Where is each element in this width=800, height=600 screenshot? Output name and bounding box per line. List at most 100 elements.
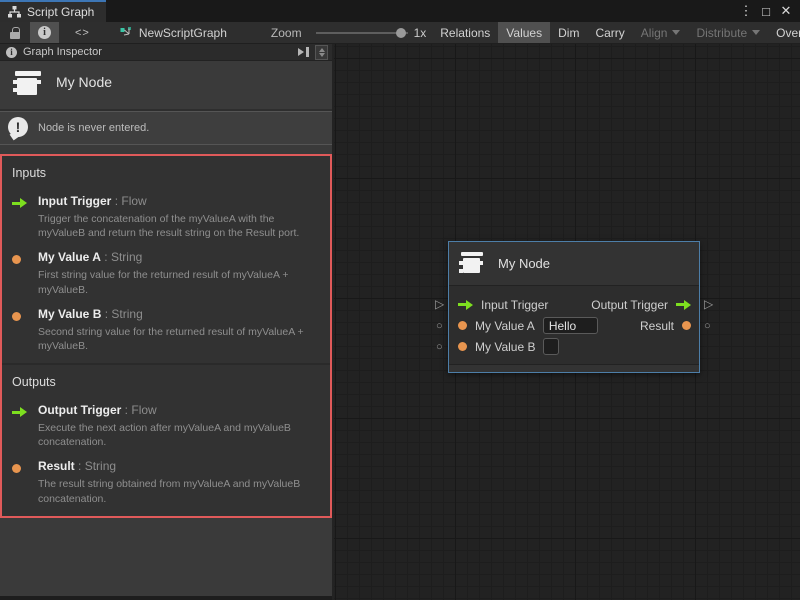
dock-panel-icon[interactable] [297, 46, 311, 58]
graph-breadcrumb[interactable]: NewScriptGraph [106, 22, 237, 43]
carry-button[interactable]: Carry [587, 22, 632, 43]
external-value-port-right[interactable]: ○ [704, 320, 711, 332]
align-dropdown[interactable]: Align [633, 22, 689, 43]
arrow-down-icon[interactable] [319, 53, 325, 57]
edit-script-button[interactable]: <> [59, 22, 106, 43]
flow-port-icon[interactable] [458, 300, 473, 310]
my-value-b-port[interactable]: My Value B [458, 338, 559, 355]
result-port[interactable]: Result [640, 319, 691, 333]
my-value-b-input[interactable] [543, 338, 559, 355]
port-label: Output Trigger [591, 298, 668, 312]
chevron-down-icon [752, 30, 760, 35]
external-flow-port-right[interactable]: ▷ [704, 298, 713, 310]
flow-port-icon [12, 407, 27, 417]
node-body: Input Trigger Output Trigger My Value A [449, 286, 699, 364]
port-name: My Value B [38, 307, 101, 321]
port-description: The result string obtained from myValueA… [38, 477, 318, 505]
icon-col [12, 248, 38, 296]
port-doc-input-trigger: Input Trigger : Flow Trigger the concate… [2, 186, 330, 242]
node-footer [449, 364, 699, 372]
dim-button[interactable]: Dim [550, 22, 587, 43]
inputs-title: Inputs [2, 162, 330, 186]
port-description: Second string value for the returned res… [38, 325, 318, 353]
inspector-toggle-button[interactable]: i [30, 22, 59, 43]
unit-node-icon [12, 71, 42, 97]
script-graph-asset-icon [120, 27, 133, 39]
inspector-bottom-strip [0, 596, 332, 600]
value-port-icon[interactable] [458, 342, 467, 351]
icon-col [12, 305, 38, 353]
port-name: Output Trigger [38, 403, 121, 417]
maximize-icon[interactable]: □ [758, 4, 774, 19]
port-type-separator: : [115, 194, 118, 208]
port-type-separator: : [104, 250, 107, 264]
value-port-icon [12, 312, 21, 321]
arrow-up-icon[interactable] [319, 48, 325, 52]
zoom-slider-track[interactable] [316, 32, 408, 34]
node-port-row: My Value B [449, 336, 699, 357]
port-type-separator: : [78, 459, 81, 473]
inspector-empty-area [0, 518, 332, 596]
external-flow-port-left[interactable]: ▷ [435, 298, 444, 310]
port-text: Input Trigger : Flow Trigger the concate… [38, 192, 318, 240]
overview-button[interactable]: Overview [768, 22, 800, 43]
graph-canvas[interactable]: My Node Input Trigger Output Trigger [334, 44, 800, 600]
port-text: Result : String The result string obtain… [38, 457, 318, 505]
icon-col [12, 457, 38, 505]
window-controls: ⋮ □ ✕ [738, 0, 800, 22]
port-doc-my-value-b: My Value B : String Second string value … [2, 299, 330, 355]
zoom-value: 1x [414, 22, 433, 43]
port-description: First string value for the returned resu… [38, 268, 318, 296]
code-icon: <> [75, 27, 90, 39]
tab-script-graph[interactable]: Script Graph [0, 0, 106, 22]
value-port-icon[interactable] [458, 321, 467, 330]
port-type: String [85, 459, 116, 473]
port-label: My Value A [475, 319, 535, 333]
external-value-port-left-2[interactable]: ○ [436, 341, 443, 353]
menu-icon[interactable]: ⋮ [738, 3, 754, 19]
port-type: String [111, 250, 142, 264]
port-doc-my-value-a: My Value A : String First string value f… [2, 242, 330, 298]
port-type-separator: : [125, 403, 128, 417]
lock-button[interactable] [0, 22, 30, 43]
align-label: Align [641, 26, 668, 40]
lock-icon [10, 27, 20, 39]
flow-port-icon[interactable] [676, 300, 691, 310]
close-icon[interactable]: ✕ [778, 3, 794, 19]
port-name: Input Trigger [38, 194, 111, 208]
warning-bubble-icon: ! [8, 117, 30, 139]
warning-text: Node is never entered. [38, 122, 149, 134]
my-value-a-input[interactable] [543, 317, 598, 334]
node-warning: ! Node is never entered. [0, 111, 332, 145]
zoom-slider[interactable] [316, 22, 408, 43]
port-type: Flow [121, 194, 146, 208]
zoom-slider-handle[interactable] [396, 28, 406, 38]
external-value-port-left-1[interactable]: ○ [436, 320, 443, 332]
graph-name: NewScriptGraph [139, 26, 227, 40]
value-port-icon[interactable] [682, 321, 691, 330]
values-button[interactable]: Values [498, 22, 550, 43]
panel-scroll-spinner[interactable] [315, 45, 328, 60]
port-label: Result [640, 319, 674, 333]
unity-script-graph-window: Script Graph ⋮ □ ✕ i <> NewScriptGraph Z… [0, 0, 800, 600]
output-trigger-port[interactable]: Output Trigger [591, 298, 691, 312]
port-description: Execute the next action after myValueA a… [38, 421, 318, 449]
icon-col [12, 401, 38, 449]
port-type-separator: : [105, 307, 108, 321]
input-trigger-port[interactable]: Input Trigger [458, 298, 548, 312]
relations-button[interactable]: Relations [432, 22, 498, 43]
port-description: Trigger the concatenation of the myValue… [38, 212, 318, 240]
distribute-label: Distribute [696, 26, 747, 40]
distribute-dropdown[interactable]: Distribute [688, 22, 768, 43]
graph-toolbar: i <> NewScriptGraph Zoom 1x Relations Va… [0, 22, 800, 44]
info-icon: i [6, 47, 17, 58]
graph-hierarchy-icon [8, 6, 21, 18]
port-type: Flow [131, 403, 156, 417]
my-node[interactable]: My Node Input Trigger Output Trigger [448, 241, 700, 373]
flow-port-icon [12, 198, 27, 208]
ports-documentation-box: Inputs Input Trigger : Flow Trigger the … [0, 154, 332, 518]
my-value-a-port[interactable]: My Value A [458, 317, 598, 334]
outputs-section: Outputs Output Trigger : Flow Execute th… [2, 365, 330, 516]
outputs-title: Outputs [2, 371, 330, 395]
node-header[interactable]: My Node [449, 242, 699, 286]
